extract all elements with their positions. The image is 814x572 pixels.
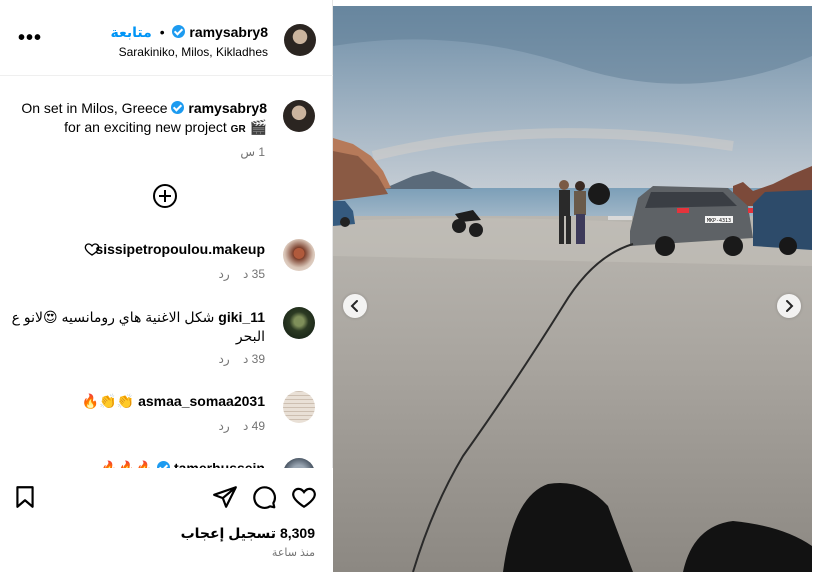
post-header: ••• ramysabry8 • متابعة Sarakiniko, Milo… [0, 0, 333, 76]
post-author-username[interactable]: ramysabry8 [189, 24, 268, 40]
separator-dot: • [159, 24, 165, 40]
comment-username[interactable]: giki_11 [218, 309, 265, 325]
share-icon[interactable] [212, 484, 238, 510]
comment-text: 👏👏🔥 [81, 393, 135, 409]
post-photo: ΜΚΡ-4313 [333, 6, 812, 572]
heart-icon[interactable] [291, 484, 317, 510]
comment-meta: 35 د رد [208, 267, 265, 281]
likes-number: 8,309 [279, 525, 315, 541]
comment-time: 49 د [242, 419, 265, 433]
reply-link[interactable]: رد [218, 419, 229, 433]
post-caption: On set in Milos, Greece ramysabry8 for a… [7, 99, 267, 139]
comment-meta: 49 د رد [208, 419, 265, 433]
plate-text: ΜΚΡ-4313 [707, 218, 731, 224]
comment-time: 39 د [242, 352, 265, 366]
author-avatar[interactable] [284, 24, 316, 56]
next-image-button[interactable] [777, 294, 801, 318]
comment-time: 35 د [242, 267, 265, 281]
clapper-emoji: 🎬 [249, 119, 267, 135]
verified-icon [171, 101, 185, 114]
post-sidebar: ••• ramysabry8 • متابعة Sarakiniko, Milo… [0, 0, 333, 572]
chevron-right-icon [786, 300, 794, 312]
comment-row: asmaa_somaa2031 👏👏🔥 [82, 392, 265, 411]
flag-text: GR [230, 124, 246, 135]
follow-button[interactable]: متابعة [111, 24, 152, 40]
comment-icon[interactable] [251, 484, 277, 510]
caption-username[interactable]: ramysabry8 [188, 100, 267, 116]
comment-username[interactable]: asmaa_somaa2031 [138, 393, 265, 409]
heart-icon[interactable] [84, 241, 100, 257]
comment-meta: 39 د رد [208, 352, 265, 366]
comment-row: sissipetropoulou.makeup [95, 240, 265, 259]
chevron-left-icon [350, 300, 358, 312]
add-comment-icon[interactable] [153, 184, 177, 208]
caption-text-line2: for an exciting new project [64, 119, 227, 135]
likes-label: تسجيل إعجاب [180, 525, 277, 541]
reply-link[interactable]: رد [218, 352, 229, 366]
post-location[interactable]: Sarakiniko, Milos, Kikladhes [111, 43, 268, 61]
comment-row: giki_11 شكل الاغنية هاي رومانسيه 😍لانو ع… [10, 308, 265, 346]
caption-text-line1: On set in Milos, Greece [21, 100, 168, 116]
post-header-info: ramysabry8 • متابعة Sarakiniko, Milos, K… [111, 23, 269, 61]
commenter-avatar[interactable] [283, 307, 315, 339]
commenter-avatar[interactable] [283, 391, 315, 423]
caption-time: 1 س [240, 145, 265, 159]
reply-link[interactable]: رد [218, 267, 229, 281]
beach-scene-image: ΜΚΡ-4313 [333, 6, 812, 572]
previous-image-button[interactable] [343, 294, 367, 318]
post-time: منذ ساعة [271, 547, 315, 559]
more-icon[interactable]: ••• [18, 28, 42, 48]
caption-author-avatar[interactable] [283, 100, 315, 132]
commenter-avatar[interactable] [283, 239, 315, 271]
bookmark-icon[interactable] [12, 484, 38, 510]
verified-icon [172, 25, 186, 38]
likes-count[interactable]: 8,309 تسجيل إعجاب [181, 525, 315, 542]
comment-username[interactable]: sissipetropoulou.makeup [95, 241, 265, 257]
